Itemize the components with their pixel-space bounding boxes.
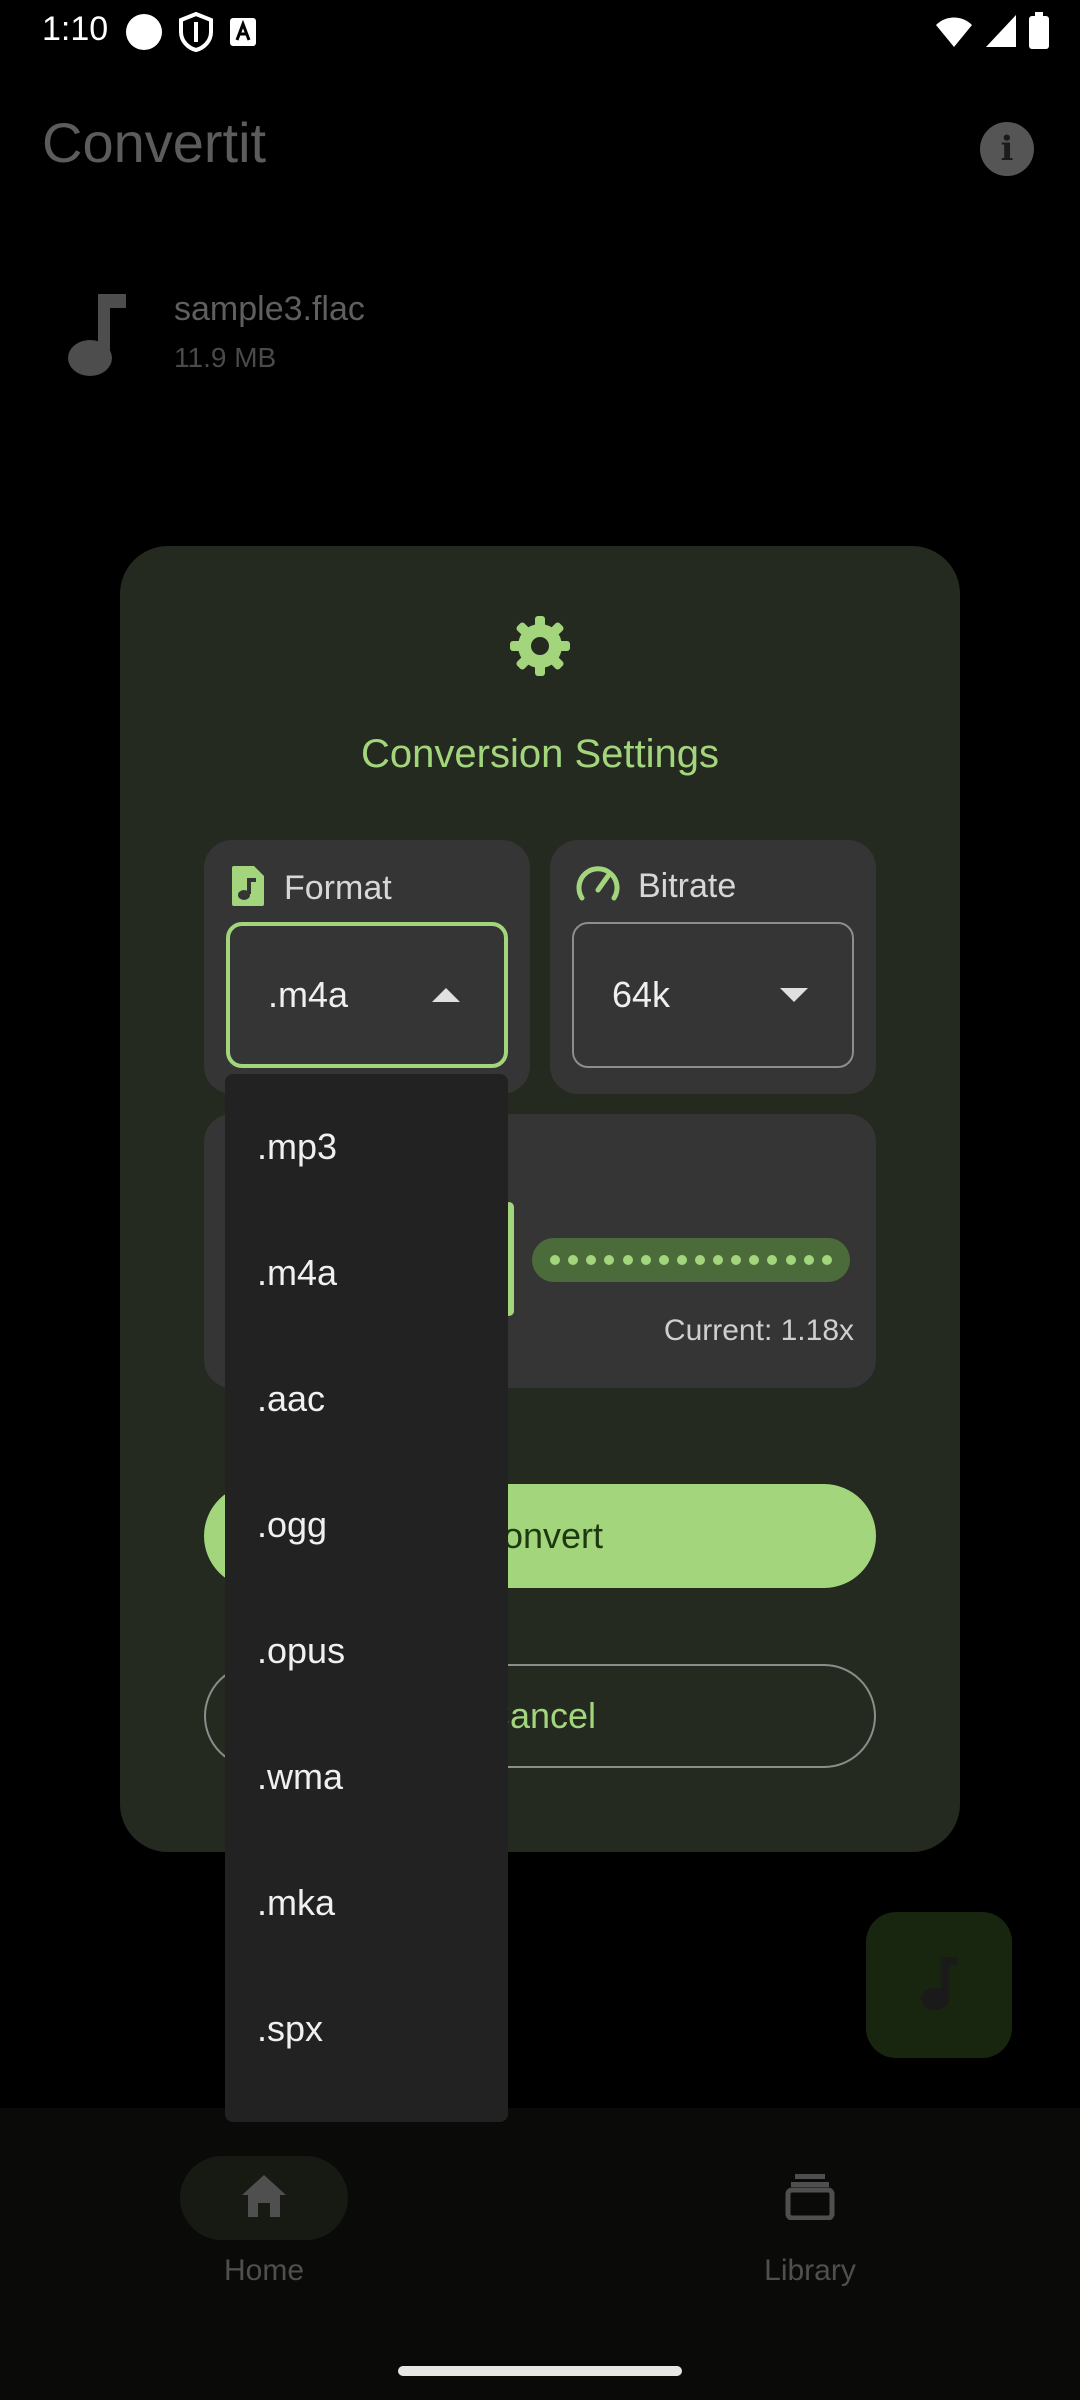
menu-item-mka[interactable]: .mka xyxy=(225,1840,508,1966)
menu-item-ogg[interactable]: .ogg xyxy=(225,1462,508,1588)
gear-icon xyxy=(508,614,572,678)
music-file-icon xyxy=(230,864,266,913)
nav-item-library[interactable]: Library xyxy=(710,2156,910,2288)
library-icon xyxy=(785,2172,835,2225)
bitrate-label: Bitrate xyxy=(638,867,737,905)
menu-item-wma[interactable]: .wma xyxy=(225,1714,508,1840)
menu-item-opus[interactable]: .opus xyxy=(225,1588,508,1714)
format-value: .m4a xyxy=(268,974,349,1015)
info-icon[interactable]: i xyxy=(980,122,1034,176)
format-dropdown[interactable]: .m4a xyxy=(226,922,508,1068)
nav-item-home[interactable]: Home xyxy=(164,2156,364,2288)
menu-item-mp3[interactable]: .mp3 xyxy=(225,1084,508,1210)
speed-current-value: Current: 1.18x xyxy=(663,1314,854,1347)
app-title: Convertit xyxy=(42,111,267,174)
home-icon xyxy=(240,2173,288,2224)
music-note-icon xyxy=(919,1955,959,2016)
bitrate-card: Bitrate 64k xyxy=(550,840,876,1094)
add-audio-fab[interactable] xyxy=(866,1912,1012,2058)
dialog-title: Conversion Settings xyxy=(361,732,719,776)
nav-label-library: Library xyxy=(764,2254,856,2287)
file-size: 11.9 MB xyxy=(174,342,277,373)
menu-item-spx[interactable]: .spx xyxy=(225,1966,508,2092)
menu-item-aac[interactable]: .aac xyxy=(225,1336,508,1462)
speed-slider-track[interactable] xyxy=(532,1238,850,1282)
bottom-navigation: Home Library xyxy=(0,2108,1080,2400)
format-label: Format xyxy=(284,869,392,907)
chevron-down-icon xyxy=(780,988,808,1002)
menu-item-m4a[interactable]: .m4a xyxy=(225,1210,508,1336)
format-dropdown-menu: .mp3 .m4a .aac .ogg .opus .wma .mka .spx xyxy=(225,1074,508,2122)
chevron-up-icon xyxy=(432,988,460,1002)
format-card: Format .m4a xyxy=(204,840,530,1094)
file-list-item[interactable]: sample3.flac 11.9 MB xyxy=(64,290,964,390)
bitrate-dropdown[interactable]: 64k xyxy=(572,922,854,1068)
gesture-bar xyxy=(398,2366,682,2376)
speedometer-icon xyxy=(576,864,620,909)
music-note-icon xyxy=(64,290,128,385)
file-name: sample3.flac xyxy=(174,290,365,328)
bitrate-value: 64k xyxy=(612,974,671,1015)
nav-label-home: Home xyxy=(223,2254,305,2287)
